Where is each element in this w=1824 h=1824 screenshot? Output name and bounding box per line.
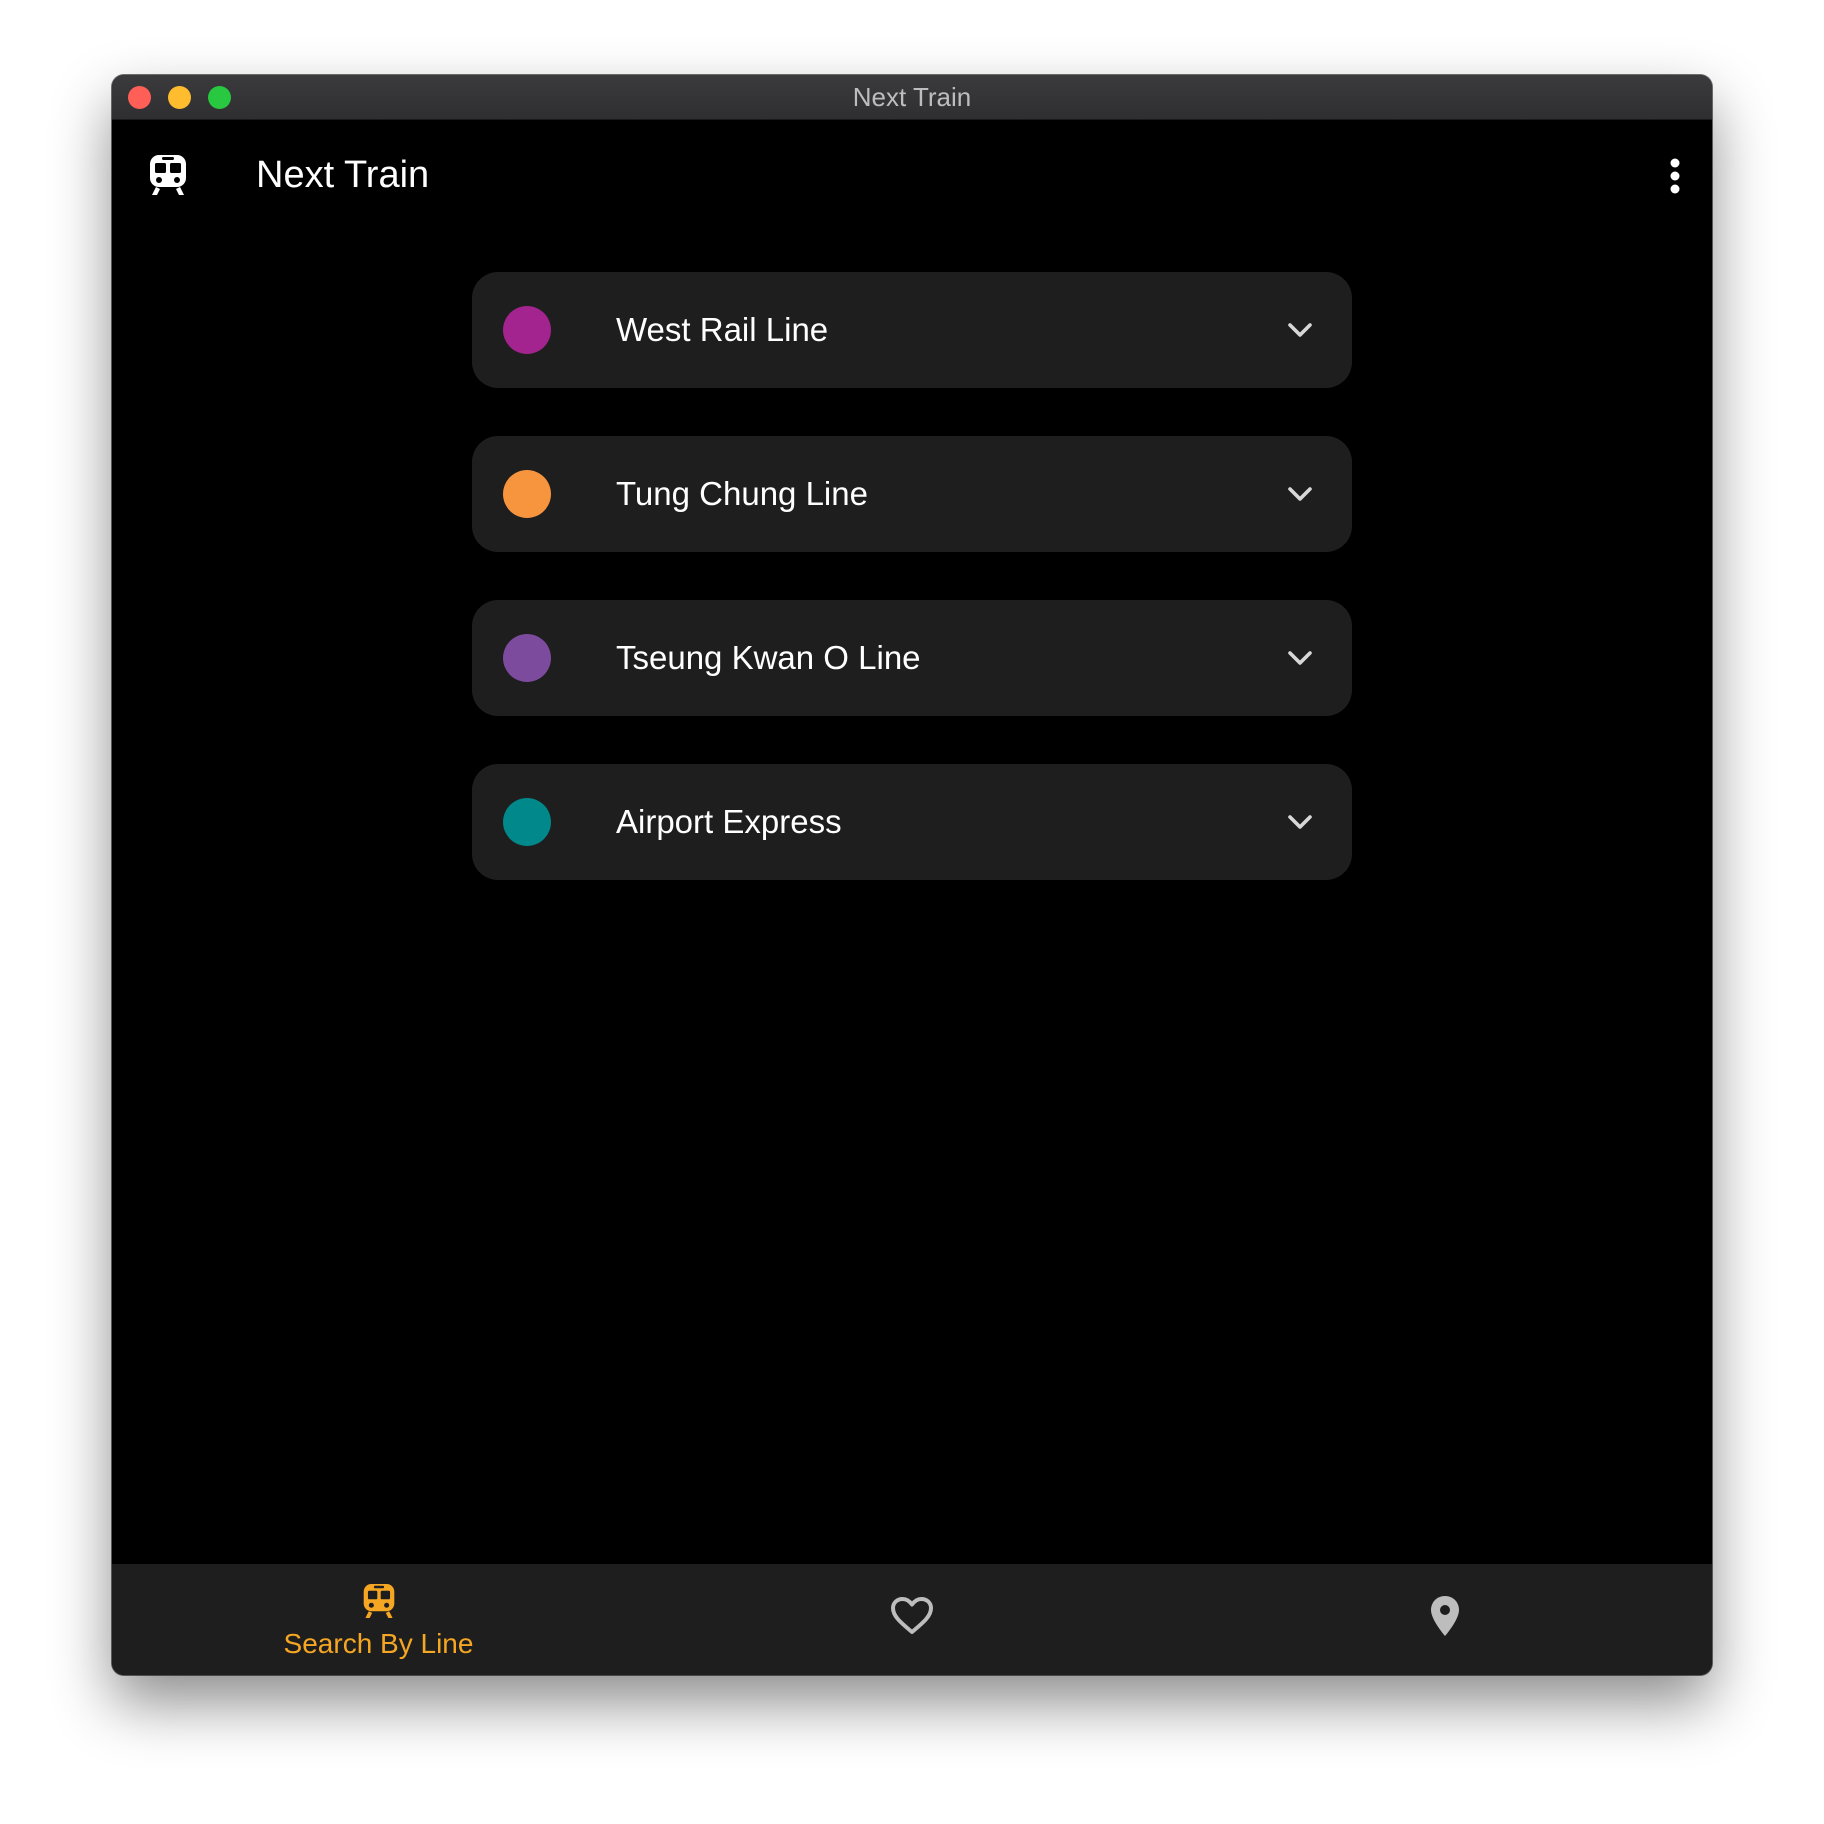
- more-vert-icon: [1670, 158, 1680, 194]
- line-color-dot: [503, 798, 551, 846]
- line-card-tung-chung[interactable]: Tung Chung Line: [472, 436, 1352, 552]
- chevron-down-icon[interactable]: [1284, 806, 1316, 838]
- window-title: Next Train: [852, 82, 972, 112]
- more-options-button[interactable]: [1648, 149, 1702, 203]
- line-card-airport-express[interactable]: Airport Express: [472, 764, 1352, 880]
- nav-label: Search By Line: [283, 1628, 474, 1659]
- line-color-dot: [503, 634, 551, 682]
- line-name: Airport Express: [616, 803, 842, 840]
- chevron-down-icon[interactable]: [1284, 642, 1316, 674]
- nav-item-favorites[interactable]: [645, 1564, 1178, 1675]
- window-titlebar[interactable]: Next Train: [112, 75, 1712, 120]
- bottom-navigation: Search By Line: [112, 1564, 1712, 1675]
- chevron-down-icon[interactable]: [1284, 314, 1316, 346]
- line-card-west-rail[interactable]: West Rail Line: [472, 272, 1352, 388]
- line-name: Tseung Kwan O Line: [616, 639, 921, 676]
- app-title: Next Train: [256, 154, 430, 196]
- app-bar: Next Train: [112, 119, 1712, 231]
- train-icon: [148, 153, 188, 197]
- line-color-dot: [503, 470, 551, 518]
- line-name: Tung Chung Line: [616, 475, 868, 512]
- rail-line-list: West Rail Line Tung Chung Line Tseung Kw…: [472, 272, 1352, 928]
- line-color-dot: [503, 306, 551, 354]
- app-window: Next Train Next Train West Rail Line Tun…: [112, 75, 1712, 1675]
- line-card-tseung-kwan-o[interactable]: Tseung Kwan O Line: [472, 600, 1352, 716]
- nav-item-search-by-line[interactable]: Search By Line: [112, 1564, 645, 1675]
- heart-outline-icon: [890, 1597, 933, 1634]
- line-name: West Rail Line: [616, 311, 829, 348]
- nav-item-nearby[interactable]: [1178, 1564, 1711, 1675]
- location-pin-icon: [1430, 1596, 1459, 1636]
- train-icon: [363, 1584, 394, 1618]
- chevron-down-icon[interactable]: [1284, 478, 1316, 510]
